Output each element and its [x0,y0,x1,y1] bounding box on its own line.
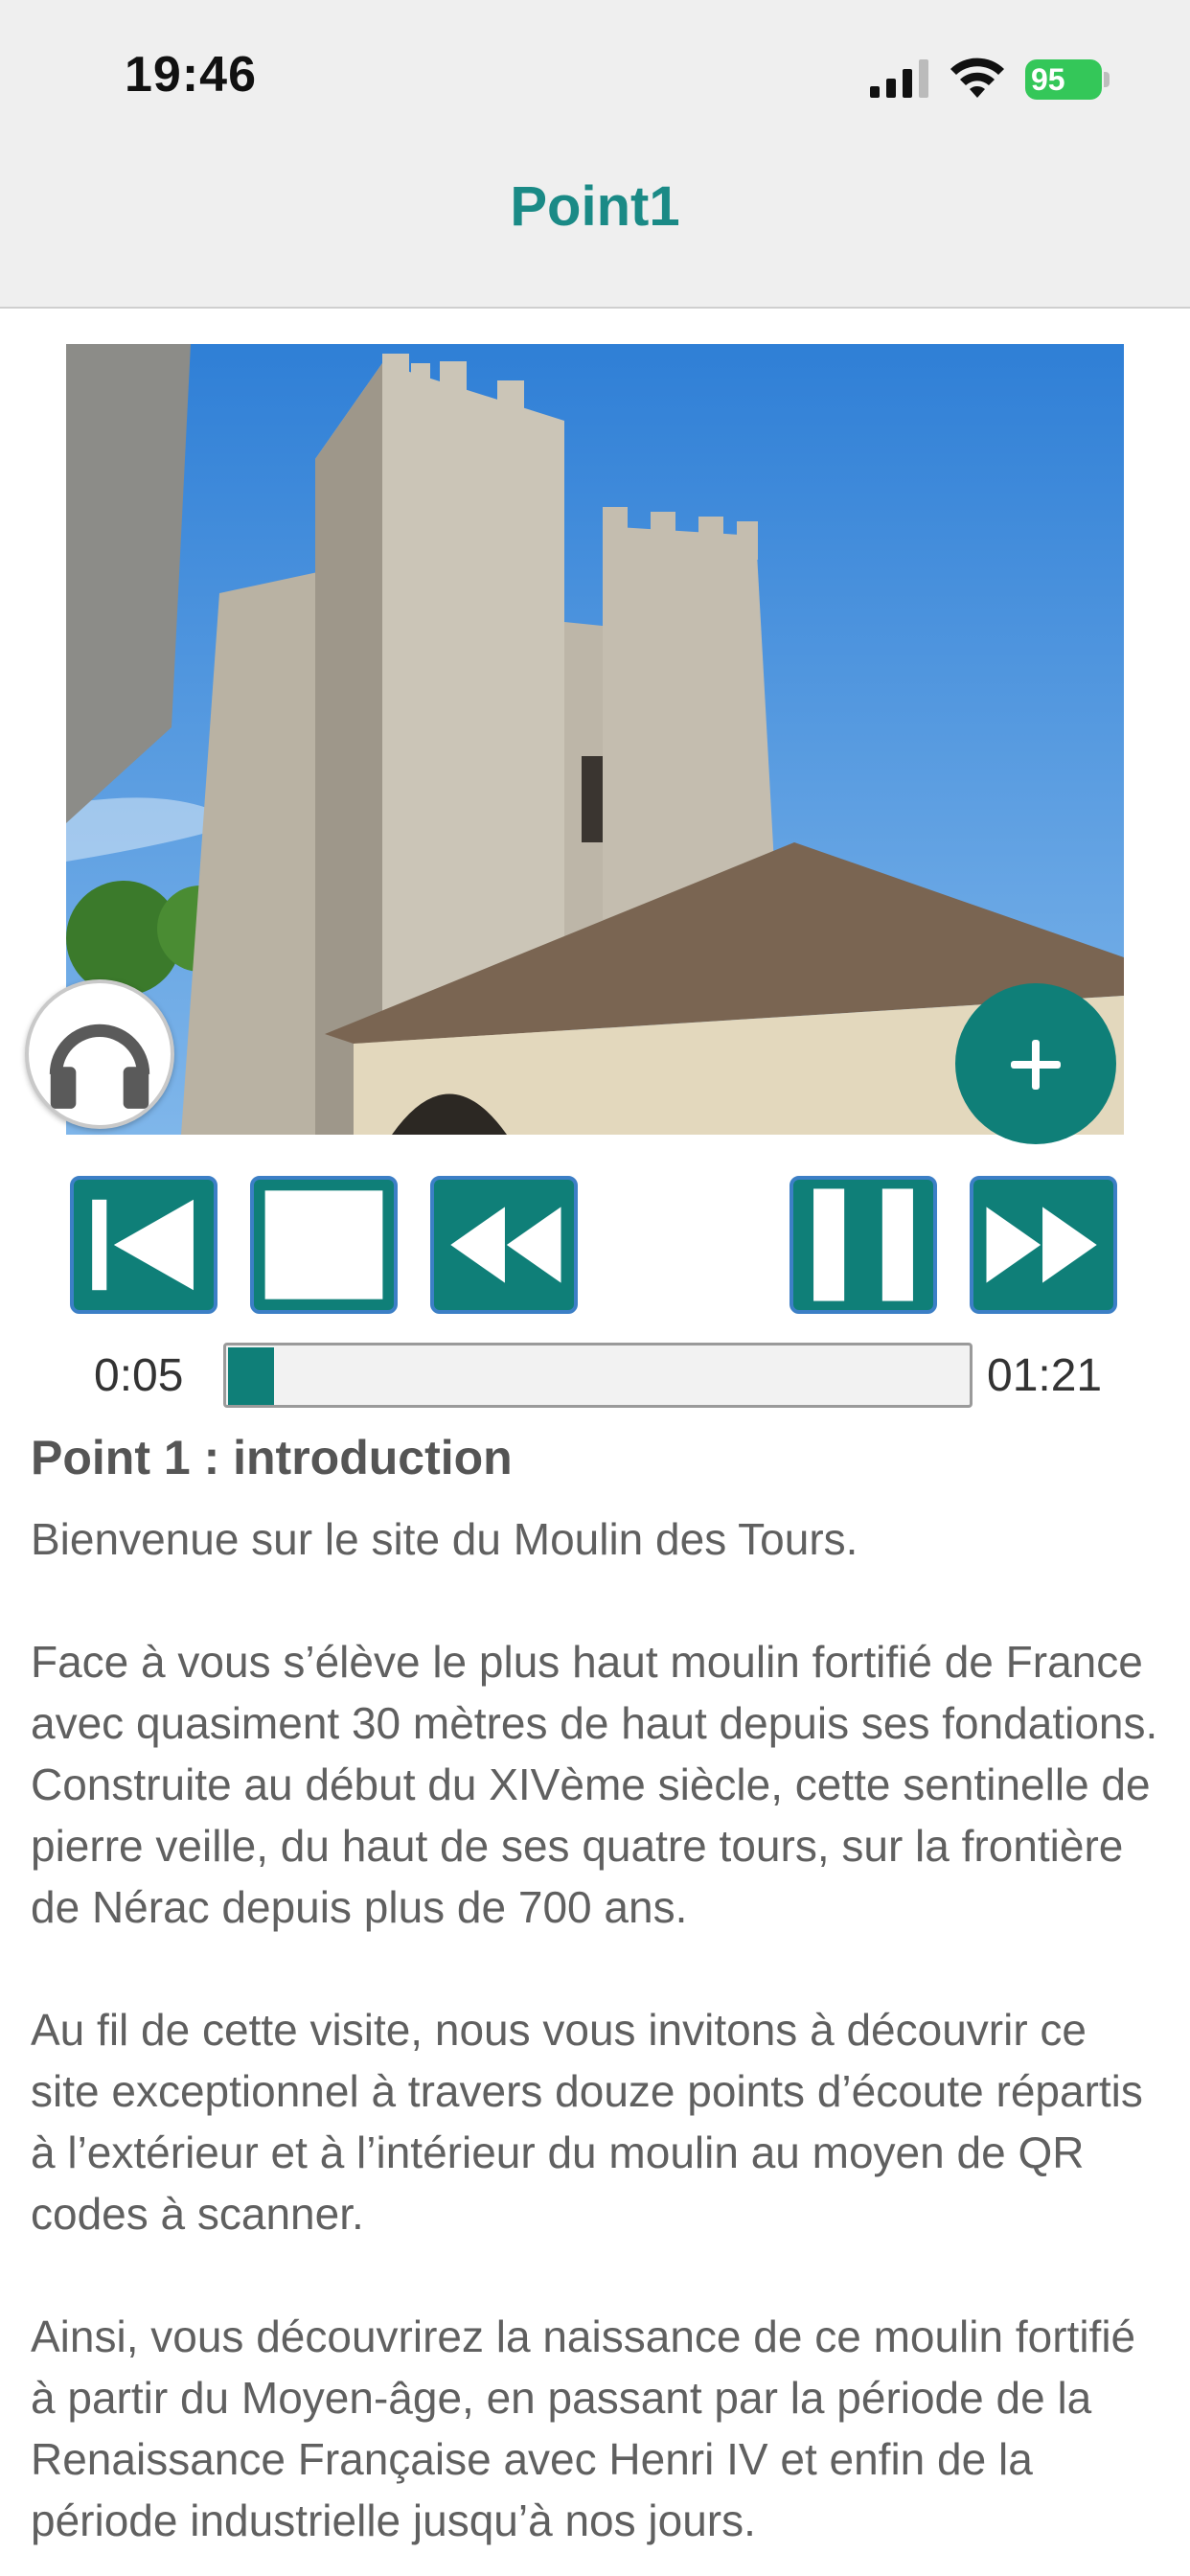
total-time: 01:21 [987,1350,1103,1401]
castle-towers-image [66,344,1124,1135]
monument-photo [66,344,1124,1135]
fast-forward-icon [986,1207,1097,1283]
fast-forward-button[interactable] [970,1176,1117,1314]
headphones-icon [49,1024,150,1109]
description: Point 1 : introduction Bienvenue sur le … [31,1428,1161,2576]
paragraph: Face à vous s’élève le plus haut moulin … [31,1637,1158,1932]
status-bar: 19:46 95 [0,0,1190,153]
paragraph: Bienvenue sur le site du Moulin des Tour… [31,1514,858,1564]
rewind-button[interactable] [430,1176,578,1314]
progress-fill [228,1347,274,1405]
battery-icon: 95 [1025,59,1111,100]
current-time: 0:05 [94,1350,184,1401]
pause-button[interactable] [790,1176,937,1314]
rewind-icon [450,1207,561,1283]
navigation-bar: Point1 [0,153,1190,309]
stop-icon [264,1190,383,1300]
cellular-signal-icon [870,59,928,98]
point-title: Point 1 : introduction [31,1431,513,1484]
progress-bar[interactable] [223,1343,973,1408]
page-title: Point1 [510,175,680,238]
status-time: 19:46 [125,47,257,103]
skip-previous-icon [92,1199,194,1291]
battery-tip [1104,72,1110,87]
add-button[interactable] [955,983,1116,1144]
paragraph: Ainsi, vous découvrirez la naissance de … [31,2312,1136,2545]
paragraph: Au fil de cette visite, nous vous invito… [31,2005,1143,2239]
skip-previous-button[interactable] [70,1176,217,1314]
stop-button[interactable] [250,1176,398,1314]
headphones-button[interactable] [25,979,174,1129]
battery-level: 95 [1025,59,1102,100]
pause-icon [813,1188,913,1301]
wifi-icon [950,58,1004,98]
